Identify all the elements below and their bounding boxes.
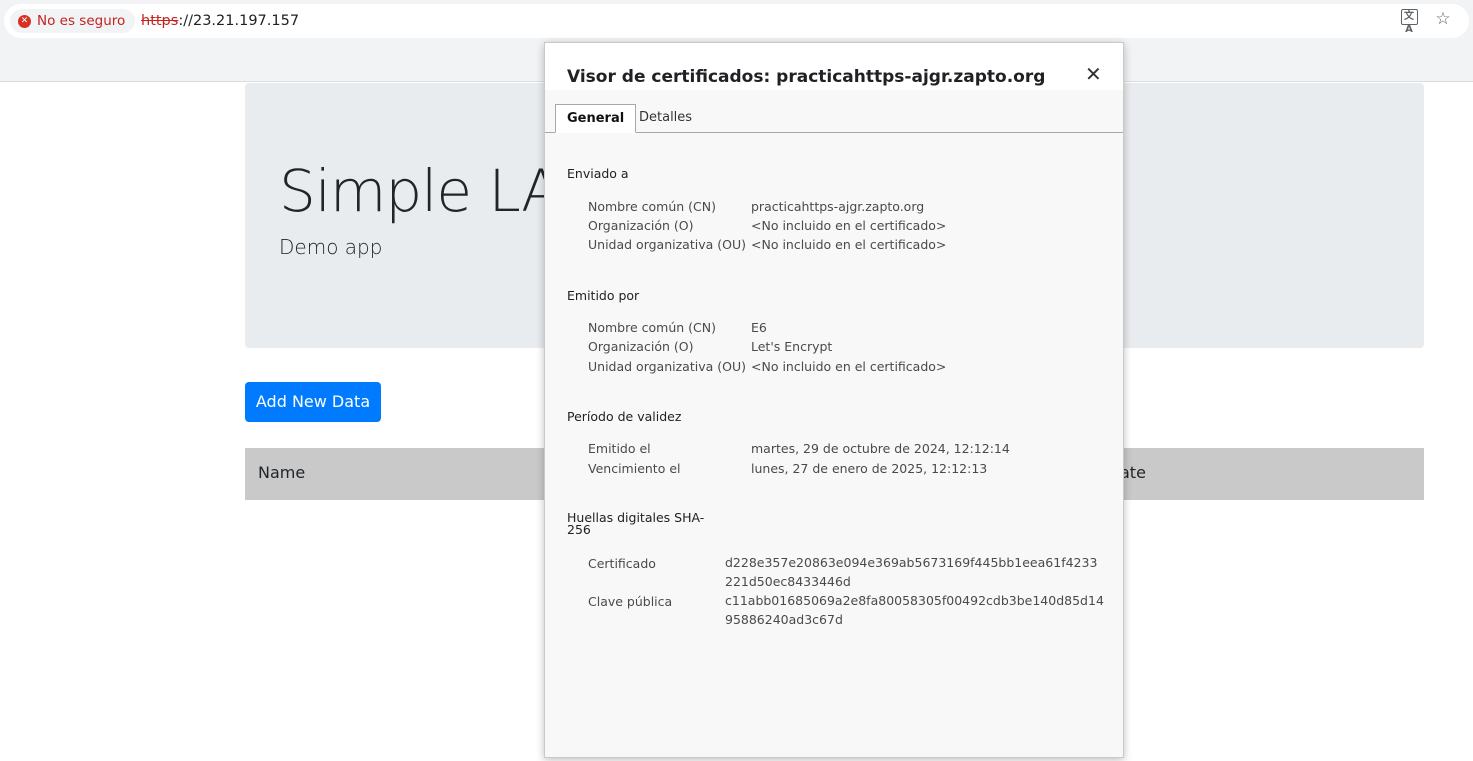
tab-detalles[interactable]: Detalles [628, 104, 703, 133]
issued-by-cn-label: Nombre común (CN) [588, 320, 716, 335]
url-text[interactable]: https://23.21.197.157 [141, 13, 299, 29]
validity-expires-label: Vencimiento el [588, 461, 681, 476]
security-chip-label: No es seguro [37, 13, 126, 29]
issued-by-ou-label: Unidad organizativa (OU) [588, 359, 746, 374]
dialog-tabs: General Detalles [545, 90, 1123, 133]
dialog-title: Visor de certificados: practicahttps-ajg… [567, 67, 1046, 87]
issued-to-o-label: Organización (O) [588, 218, 694, 233]
not-secure-icon: ✕ [18, 14, 31, 28]
validity-issued-value: martes, 29 de octubre de 2024, 12:12:14 [751, 441, 1010, 456]
address-bar[interactable]: ✕ No es seguro https://23.21.197.157 [4, 4, 1469, 38]
fingerprint-cert-value: d228e357e20863e094e369ab5673169f445bb1ee… [725, 555, 1098, 589]
certificate-viewer-dialog: Visor de certificados: practicahttps-ajg… [544, 42, 1124, 758]
security-chip[interactable]: ✕ No es seguro [10, 9, 136, 33]
validity-expires-value: lunes, 27 de enero de 2025, 12:12:13 [751, 461, 988, 476]
bookmark-star-icon[interactable]: ☆ [1433, 9, 1453, 29]
issued-to-cn-label: Nombre común (CN) [588, 199, 716, 214]
issued-by-cn-value: E6 [751, 320, 767, 335]
section-issued-to: Enviado a [567, 166, 629, 181]
close-icon[interactable]: ✕ [1085, 64, 1102, 84]
issued-by-ou-value: <No incluido en el certificado> [751, 359, 947, 374]
section-fingerprints: Huellas digitales SHA- 256 [567, 511, 704, 537]
issued-by-o-label: Organización (O) [588, 339, 694, 354]
tab-general[interactable]: General [555, 104, 637, 133]
issued-to-ou-value: <No incluido en el certificado> [751, 237, 947, 252]
issued-to-cn-value: practicahttps-ajgr.zapto.org [751, 199, 925, 214]
section-issued-by: Emitido por [567, 288, 640, 303]
section-validity: Período de validez [567, 409, 682, 424]
fingerprint-key-value: c11abb01685069a2e8fa80058305f00492cdb3be… [725, 593, 1104, 627]
issued-to-o-value: <No incluido en el certificado> [751, 218, 947, 233]
fingerprint-key-label: Clave pública [588, 594, 673, 609]
translate-icon[interactable]: 文A [1399, 9, 1419, 35]
add-new-data-button[interactable]: Add New Data [245, 382, 381, 422]
page-subtitle: Demo app [279, 235, 383, 259]
fingerprint-cert-label: Certificado [588, 556, 656, 571]
column-header-name: Name [258, 463, 306, 482]
url-protocol: https [141, 13, 179, 29]
fingerprints-heading-line2: 256 [567, 522, 591, 537]
issued-by-o-value: Let's Encrypt [751, 339, 833, 354]
validity-issued-label: Emitido el [588, 441, 651, 456]
issued-to-ou-label: Unidad organizativa (OU) [588, 237, 746, 252]
dialog-header: Visor de certificados: practicahttps-ajg… [545, 43, 1123, 90]
url-host: ://23.21.197.157 [178, 13, 300, 29]
